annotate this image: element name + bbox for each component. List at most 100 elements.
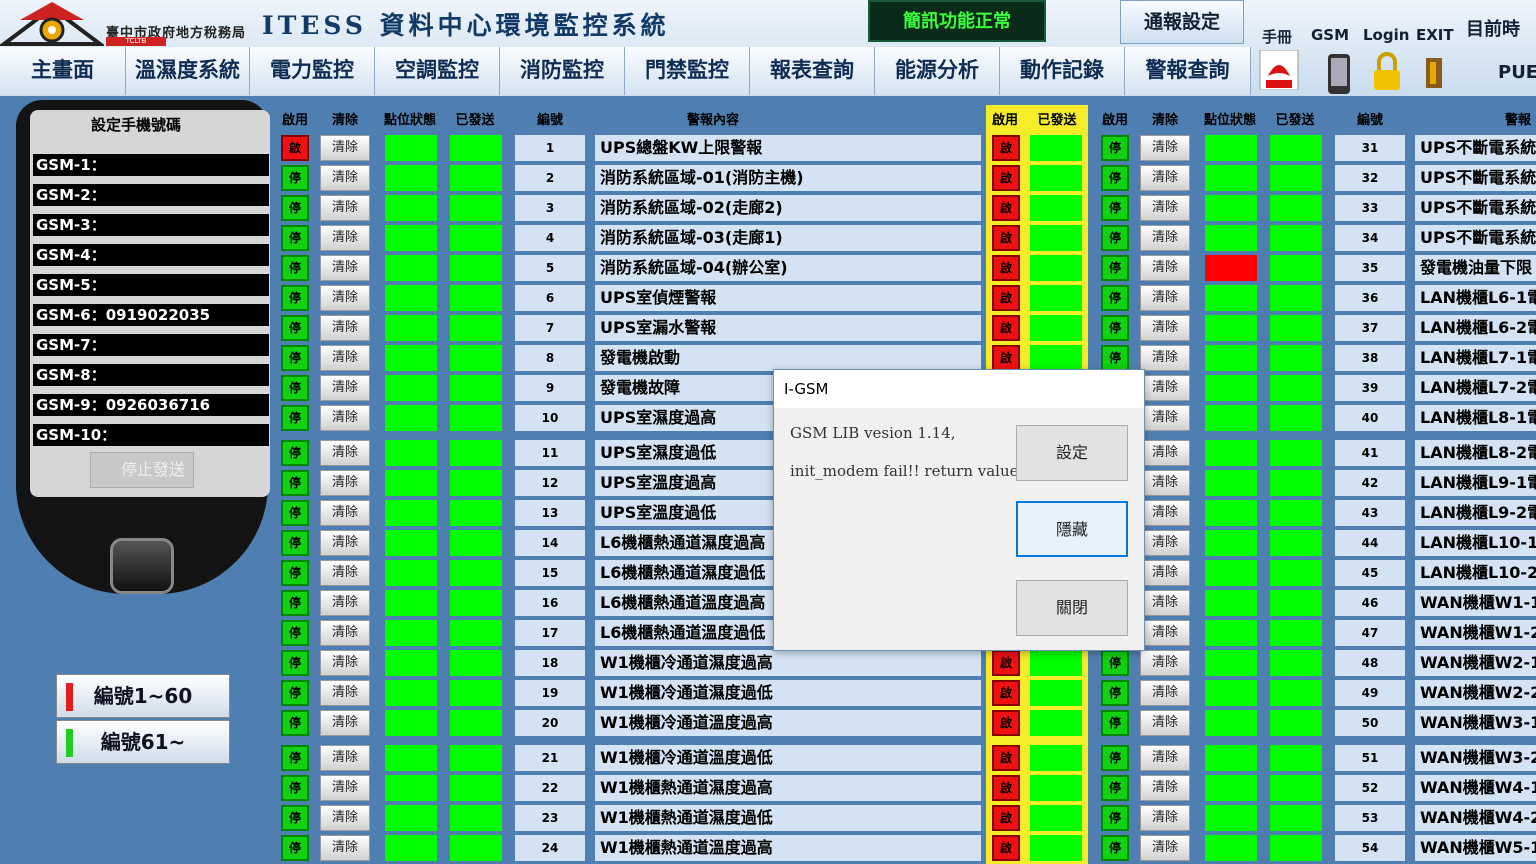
clear-button[interactable]: 清除: [1140, 195, 1190, 221]
enable-toggle[interactable]: 停: [281, 375, 309, 401]
clear-button[interactable]: 清除: [1140, 590, 1190, 616]
clear-button[interactable]: 清除: [1140, 620, 1190, 646]
clear-button[interactable]: 清除: [320, 470, 370, 496]
enable-toggle[interactable]: 停: [281, 315, 309, 341]
dialog-settings-button[interactable]: 設定: [1016, 425, 1128, 481]
enable-toggle[interactable]: 停: [1101, 345, 1129, 371]
enable-toggle[interactable]: 啟: [992, 165, 1020, 191]
enable-toggle[interactable]: 停: [281, 835, 309, 861]
clear-button[interactable]: 清除: [1140, 405, 1190, 431]
clear-button[interactable]: 清除: [320, 745, 370, 771]
enable-toggle[interactable]: 停: [281, 405, 309, 431]
enable-toggle[interactable]: 啟: [992, 745, 1020, 771]
clear-button[interactable]: 清除: [320, 560, 370, 586]
enable-toggle[interactable]: 停: [281, 560, 309, 586]
enable-toggle[interactable]: 停: [281, 530, 309, 556]
clear-button[interactable]: 清除: [320, 775, 370, 801]
enable-toggle[interactable]: 停: [1101, 835, 1129, 861]
manual-link[interactable]: 手冊: [1262, 26, 1292, 47]
clear-button[interactable]: 清除: [1140, 285, 1190, 311]
enable-toggle[interactable]: 啟: [992, 345, 1020, 371]
enable-toggle[interactable]: 停: [1101, 195, 1129, 221]
enable-toggle[interactable]: 啟: [992, 285, 1020, 311]
enable-toggle[interactable]: 停: [1101, 710, 1129, 736]
clear-button[interactable]: 清除: [320, 285, 370, 311]
clear-button[interactable]: 清除: [320, 165, 370, 191]
clear-button[interactable]: 清除: [1140, 135, 1190, 161]
clear-button[interactable]: 清除: [320, 805, 370, 831]
enable-toggle[interactable]: 停: [281, 195, 309, 221]
enable-toggle[interactable]: 停: [1101, 650, 1129, 676]
gsm-link[interactable]: GSM: [1311, 26, 1349, 44]
exit-link[interactable]: EXIT: [1416, 26, 1454, 44]
clear-button[interactable]: 清除: [1140, 680, 1190, 706]
clear-button[interactable]: 清除: [320, 835, 370, 861]
nav-alarm-query[interactable]: 警報查詢: [1125, 47, 1251, 95]
enable-toggle[interactable]: 啟: [992, 775, 1020, 801]
clear-button[interactable]: 清除: [1140, 650, 1190, 676]
enable-toggle[interactable]: 停: [1101, 255, 1129, 281]
nav-energy[interactable]: 能源分析: [875, 47, 1000, 95]
clear-button[interactable]: 清除: [1140, 775, 1190, 801]
enable-toggle[interactable]: 停: [1101, 165, 1129, 191]
enable-toggle[interactable]: 停: [281, 345, 309, 371]
enable-toggle[interactable]: 停: [281, 285, 309, 311]
phone-icon[interactable]: [1322, 52, 1356, 100]
enable-toggle[interactable]: 啟: [992, 835, 1020, 861]
clear-button[interactable]: 清除: [320, 680, 370, 706]
enable-toggle[interactable]: 啟: [992, 195, 1020, 221]
lock-icon[interactable]: [1370, 52, 1404, 96]
enable-toggle[interactable]: 停: [281, 500, 309, 526]
clear-button[interactable]: 清除: [320, 315, 370, 341]
enable-toggle[interactable]: 停: [1101, 680, 1129, 706]
enable-toggle[interactable]: 啟: [992, 650, 1020, 676]
clear-button[interactable]: 清除: [1140, 165, 1190, 191]
enable-toggle[interactable]: 啟: [992, 255, 1020, 281]
enable-toggle[interactable]: 停: [1101, 775, 1129, 801]
nav-fire[interactable]: 消防監控: [500, 47, 625, 95]
enable-toggle[interactable]: 停: [1101, 135, 1129, 161]
clear-button[interactable]: 清除: [1140, 560, 1190, 586]
enable-toggle[interactable]: 停: [281, 255, 309, 281]
clear-button[interactable]: 清除: [320, 375, 370, 401]
enable-toggle[interactable]: 停: [1101, 745, 1129, 771]
clear-button[interactable]: 清除: [1140, 745, 1190, 771]
clear-button[interactable]: 清除: [320, 255, 370, 281]
enable-toggle[interactable]: 啟: [992, 135, 1020, 161]
nav-access[interactable]: 門禁監控: [625, 47, 750, 95]
clear-button[interactable]: 清除: [320, 650, 370, 676]
nav-action-log[interactable]: 動作記錄: [1000, 47, 1125, 95]
enable-toggle[interactable]: 停: [281, 225, 309, 251]
enable-toggle[interactable]: 停: [281, 470, 309, 496]
enable-toggle[interactable]: 停: [281, 680, 309, 706]
clear-button[interactable]: 清除: [1140, 375, 1190, 401]
clear-button[interactable]: 清除: [320, 500, 370, 526]
enable-toggle[interactable]: 停: [281, 620, 309, 646]
enable-toggle[interactable]: 啟: [281, 135, 309, 161]
clear-button[interactable]: 清除: [1140, 345, 1190, 371]
clear-button[interactable]: 清除: [1140, 835, 1190, 861]
clear-button[interactable]: 清除: [320, 405, 370, 431]
enable-toggle[interactable]: 停: [1101, 285, 1129, 311]
clear-button[interactable]: 清除: [1140, 710, 1190, 736]
clear-button[interactable]: 清除: [1140, 255, 1190, 281]
clear-button[interactable]: 清除: [1140, 225, 1190, 251]
dialog-hide-button[interactable]: 隱藏: [1016, 501, 1128, 557]
exit-door-icon[interactable]: [1420, 56, 1448, 94]
enable-toggle[interactable]: 停: [281, 805, 309, 831]
notify-settings-button[interactable]: 通報設定: [1120, 0, 1244, 44]
enable-toggle[interactable]: 停: [281, 650, 309, 676]
clear-button[interactable]: 清除: [1140, 315, 1190, 341]
nav-power[interactable]: 電力監控: [250, 47, 375, 95]
enable-toggle[interactable]: 停: [1101, 225, 1129, 251]
clear-button[interactable]: 清除: [320, 530, 370, 556]
enable-toggle[interactable]: 啟: [992, 710, 1020, 736]
nav-aircon[interactable]: 空調監控: [375, 47, 500, 95]
clear-button[interactable]: 清除: [320, 620, 370, 646]
enable-toggle[interactable]: 啟: [992, 315, 1020, 341]
enable-toggle[interactable]: 停: [281, 165, 309, 191]
pdf-icon[interactable]: [1258, 49, 1300, 94]
nav-reports[interactable]: 報表查詢: [750, 47, 875, 95]
nav-temp-humidity[interactable]: 溫濕度系統: [126, 47, 250, 95]
enable-toggle[interactable]: 停: [281, 590, 309, 616]
